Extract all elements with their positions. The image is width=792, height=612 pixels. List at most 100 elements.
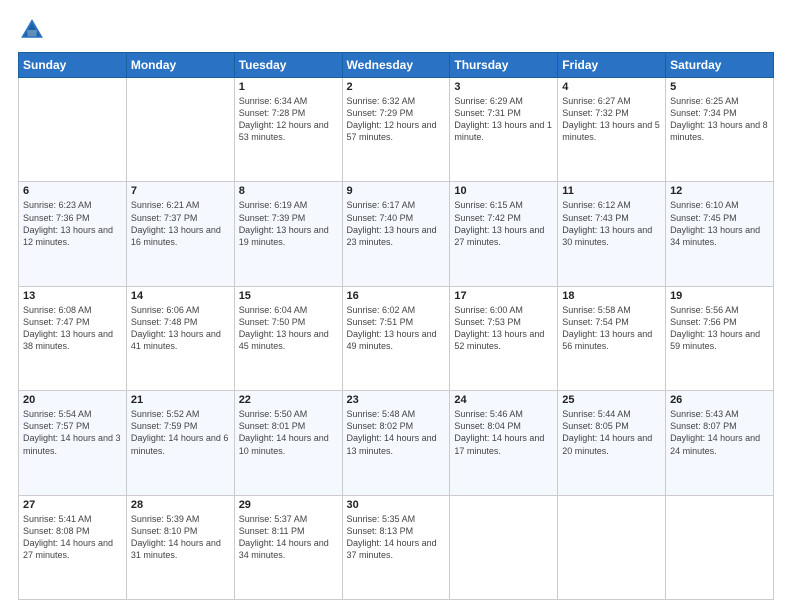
day-info: Sunrise: 6:34 AMSunset: 7:28 PMDaylight:… [239,95,338,144]
day-cell: 21 Sunrise: 5:52 AMSunset: 7:59 PMDayligh… [126,391,234,495]
day-number: 11 [562,185,661,197]
day-cell: 8 Sunrise: 6:19 AMSunset: 7:39 PMDaylight… [234,182,342,286]
day-cell: 2Sunrise: 6:32 AMSunset: 7:29 PMDaylight… [342,78,450,182]
day-info: Sunrise: 5:43 AMSunset: 8:07 PMDaylight:… [670,408,769,457]
day-number: 18 [562,290,661,302]
day-cell: 11 Sunrise: 6:12 AMSunset: 7:43 PMDayligh… [558,182,666,286]
day-cell [19,78,127,182]
day-number: 27 [23,499,122,511]
day-cell: 25Sunrise: 5:44 AMSunset: 8:05 PMDayligh… [558,391,666,495]
day-info: Sunrise: 5:54 AMSunset: 7:57 PMDaylight:… [23,408,122,457]
day-number: 25 [562,394,661,406]
day-number: 22 [239,394,338,406]
week-row-1: 6 Sunrise: 6:23 AMSunset: 7:36 PMDaylight… [19,182,774,286]
day-info: Sunrise: 6:10 AMSunset: 7:45 PMDaylight:… [670,199,769,248]
day-info: Sunrise: 6:25 AMSunset: 7:34 PMDaylight:… [670,95,769,144]
week-row-3: 20 Sunrise: 5:54 AMSunset: 7:57 PMDayligh… [19,391,774,495]
day-cell: 22 Sunrise: 5:50 AMSunset: 8:01 PMDayligh… [234,391,342,495]
day-cell: 1Sunrise: 6:34 AMSunset: 7:28 PMDaylight… [234,78,342,182]
day-number: 19 [670,290,769,302]
day-cell: 30Sunrise: 5:35 AMSunset: 8:13 PMDayligh… [342,495,450,599]
day-number: 13 [23,290,122,302]
day-number: 5 [670,81,769,93]
day-cell: 16Sunrise: 6:02 AMSunset: 7:51 PMDayligh… [342,286,450,390]
day-info: Sunrise: 6:12 AMSunset: 7:43 PMDaylight:… [562,199,661,248]
calendar: SundayMondayTuesdayWednesdayThursdayFrid… [18,52,774,600]
day-cell [450,495,558,599]
week-row-2: 13 Sunrise: 6:08 AMSunset: 7:47 PMDayligh… [19,286,774,390]
day-info: Sunrise: 6:00 AMSunset: 7:53 PMDaylight:… [454,304,553,353]
day-info: Sunrise: 6:04 AMSunset: 7:50 PMDaylight:… [239,304,338,353]
weekday-friday: Friday [558,53,666,78]
day-cell: 10 Sunrise: 6:15 AMSunset: 7:42 PMDayligh… [450,182,558,286]
day-cell: 19 Sunrise: 5:56 AMSunset: 7:56 PMDayligh… [666,286,774,390]
day-cell: 20 Sunrise: 5:54 AMSunset: 7:57 PMDayligh… [19,391,127,495]
day-number: 26 [670,394,769,406]
day-cell: 6 Sunrise: 6:23 AMSunset: 7:36 PMDaylight… [19,182,127,286]
day-number: 2 [347,81,446,93]
top-bar [18,16,774,44]
day-info: Sunrise: 6:19 AMSunset: 7:39 PMDaylight:… [239,199,338,248]
day-number: 28 [131,499,230,511]
day-cell: 24Sunrise: 5:46 AMSunset: 8:04 PMDayligh… [450,391,558,495]
day-cell [558,495,666,599]
day-info: Sunrise: 5:35 AMSunset: 8:13 PMDaylight:… [347,513,446,562]
day-cell: 18 Sunrise: 5:58 AMSunset: 7:54 PMDayligh… [558,286,666,390]
day-cell: 3Sunrise: 6:29 AMSunset: 7:31 PMDaylight… [450,78,558,182]
day-cell: 23 Sunrise: 5:48 AMSunset: 8:02 PMDayligh… [342,391,450,495]
day-number: 10 [454,185,553,197]
day-cell: 4 Sunrise: 6:27 AMSunset: 7:32 PMDaylight… [558,78,666,182]
day-cell: 17 Sunrise: 6:00 AMSunset: 7:53 PMDayligh… [450,286,558,390]
weekday-monday: Monday [126,53,234,78]
day-number: 7 [131,185,230,197]
weekday-saturday: Saturday [666,53,774,78]
day-number: 8 [239,185,338,197]
weekday-header-row: SundayMondayTuesdayWednesdayThursdayFrid… [19,53,774,78]
day-cell: 9 Sunrise: 6:17 AMSunset: 7:40 PMDaylight… [342,182,450,286]
day-cell: 28 Sunrise: 5:39 AMSunset: 8:10 PMDayligh… [126,495,234,599]
week-row-0: 1Sunrise: 6:34 AMSunset: 7:28 PMDaylight… [19,78,774,182]
day-info: Sunrise: 5:52 AMSunset: 7:59 PMDaylight:… [131,408,230,457]
day-info: Sunrise: 5:48 AMSunset: 8:02 PMDaylight:… [347,408,446,457]
day-cell: 27 Sunrise: 5:41 AMSunset: 8:08 PMDayligh… [19,495,127,599]
day-number: 20 [23,394,122,406]
day-cell: 26 Sunrise: 5:43 AMSunset: 8:07 PMDayligh… [666,391,774,495]
day-info: Sunrise: 6:23 AMSunset: 7:36 PMDaylight:… [23,199,122,248]
day-info: Sunrise: 6:08 AMSunset: 7:47 PMDaylight:… [23,304,122,353]
day-cell: 7 Sunrise: 6:21 AMSunset: 7:37 PMDaylight… [126,182,234,286]
day-info: Sunrise: 5:41 AMSunset: 8:08 PMDaylight:… [23,513,122,562]
day-info: Sunrise: 6:27 AMSunset: 7:32 PMDaylight:… [562,95,661,144]
day-cell: 29Sunrise: 5:37 AMSunset: 8:11 PMDayligh… [234,495,342,599]
day-info: Sunrise: 5:58 AMSunset: 7:54 PMDaylight:… [562,304,661,353]
day-cell: 15 Sunrise: 6:04 AMSunset: 7:50 PMDayligh… [234,286,342,390]
day-number: 14 [131,290,230,302]
weekday-thursday: Thursday [450,53,558,78]
week-row-4: 27 Sunrise: 5:41 AMSunset: 8:08 PMDayligh… [19,495,774,599]
day-number: 21 [131,394,230,406]
weekday-sunday: Sunday [19,53,127,78]
logo-icon [18,16,46,44]
day-number: 4 [562,81,661,93]
logo [18,16,50,44]
day-info: Sunrise: 6:21 AMSunset: 7:37 PMDaylight:… [131,199,230,248]
day-cell: 14 Sunrise: 6:06 AMSunset: 7:48 PMDayligh… [126,286,234,390]
day-info: Sunrise: 6:02 AMSunset: 7:51 PMDaylight:… [347,304,446,353]
day-info: Sunrise: 6:17 AMSunset: 7:40 PMDaylight:… [347,199,446,248]
weekday-wednesday: Wednesday [342,53,450,78]
day-number: 23 [347,394,446,406]
day-number: 17 [454,290,553,302]
day-cell: 12Sunrise: 6:10 AMSunset: 7:45 PMDayligh… [666,182,774,286]
day-cell [666,495,774,599]
day-info: Sunrise: 6:06 AMSunset: 7:48 PMDaylight:… [131,304,230,353]
day-number: 15 [239,290,338,302]
day-info: Sunrise: 5:46 AMSunset: 8:04 PMDaylight:… [454,408,553,457]
weekday-tuesday: Tuesday [234,53,342,78]
day-number: 6 [23,185,122,197]
day-number: 3 [454,81,553,93]
day-info: Sunrise: 5:37 AMSunset: 8:11 PMDaylight:… [239,513,338,562]
day-info: Sunrise: 5:50 AMSunset: 8:01 PMDaylight:… [239,408,338,457]
day-number: 9 [347,185,446,197]
day-info: Sunrise: 6:15 AMSunset: 7:42 PMDaylight:… [454,199,553,248]
day-info: Sunrise: 5:39 AMSunset: 8:10 PMDaylight:… [131,513,230,562]
day-info: Sunrise: 5:56 AMSunset: 7:56 PMDaylight:… [670,304,769,353]
